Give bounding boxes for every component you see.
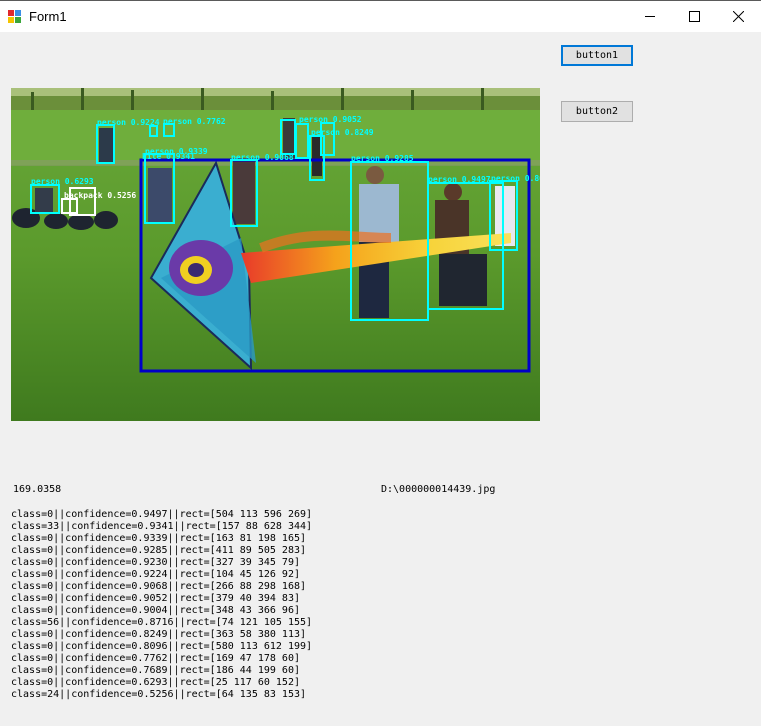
close-button[interactable] [715, 1, 761, 32]
window-title: Form1 [29, 9, 67, 24]
minimize-button[interactable] [627, 1, 673, 32]
detection-label-person-5: person 0.9339 [145, 147, 208, 156]
title-bar[interactable]: Form1 [0, 0, 761, 32]
result-line: class=0||confidence=0.9052||rect=[379 40… [11, 593, 300, 604]
result-line: class=0||confidence=0.9285||rect=[411 89… [11, 545, 307, 556]
result-line: class=0||confidence=0.8249||rect=[363 58… [11, 629, 307, 640]
result-line: class=0||confidence=0.9339||rect=[163 81… [11, 533, 307, 544]
maximize-icon [688, 11, 700, 22]
detection-label-person-7: person 0.9224 [97, 118, 160, 127]
app-icon [8, 10, 21, 23]
detection-label-person-13: person 0.7762 [163, 117, 226, 126]
result-line: class=24||confidence=0.5256||rect=[64 13… [11, 689, 307, 700]
timing-label: 169.0358 [13, 484, 62, 495]
detection-label-backpack: backpack 0.5256 [64, 191, 136, 200]
result-line: class=0||confidence=0.9068||rect=[266 88… [11, 581, 307, 592]
result-line: class=0||confidence=0.7762||rect=[169 47… [11, 653, 300, 664]
close-icon [732, 11, 744, 22]
detection-label-person-4: person 0.8096 [491, 174, 540, 183]
result-line: class=0||confidence=0.9497||rect=[504 11… [11, 509, 313, 520]
result-line: class=0||confidence=0.9230||rect=[327 39… [11, 557, 300, 568]
detection-label-person-6: person 0.9068 [231, 153, 294, 162]
result-line: class=0||confidence=0.9004||rect=[348 43… [11, 605, 300, 616]
minimize-icon [644, 16, 655, 17]
detection-label-person-1: person 0.9497 [428, 175, 491, 184]
result-line: class=56||confidence=0.8716||rect=[74 12… [11, 617, 313, 628]
result-line: class=0||confidence=0.6293||rect=[25 117… [11, 677, 300, 688]
result-line: class=0||confidence=0.9224||rect=[104 45… [11, 569, 300, 580]
detection-label-person-10: person 0.8249 [311, 128, 374, 137]
maximize-button[interactable] [671, 1, 717, 32]
result-line: class=0||confidence=0.7689||rect=[186 44… [11, 665, 300, 676]
button2[interactable]: button2 [561, 101, 633, 122]
detection-result-image: kite 0.9341 person 0.9285 person 0.9497 … [11, 88, 540, 421]
result-line: class=33||confidence=0.9341||rect=[157 8… [11, 521, 313, 532]
button1[interactable]: button1 [561, 45, 633, 66]
detection-label-person-9: person 0.9052 [299, 115, 362, 124]
results-list: class=0||confidence=0.9497||rect=[504 11… [11, 509, 312, 701]
result-line: class=0||confidence=0.8096||rect=[580 11… [11, 641, 313, 652]
detection-picture-box: kite 0.9341 person 0.9285 person 0.9497 … [11, 88, 540, 421]
file-path-label: D:\000000014439.jpg [381, 484, 496, 495]
detection-label-person-2: person 0.9285 [351, 154, 414, 163]
detection-label-person-14: person 0.6293 [31, 177, 94, 186]
